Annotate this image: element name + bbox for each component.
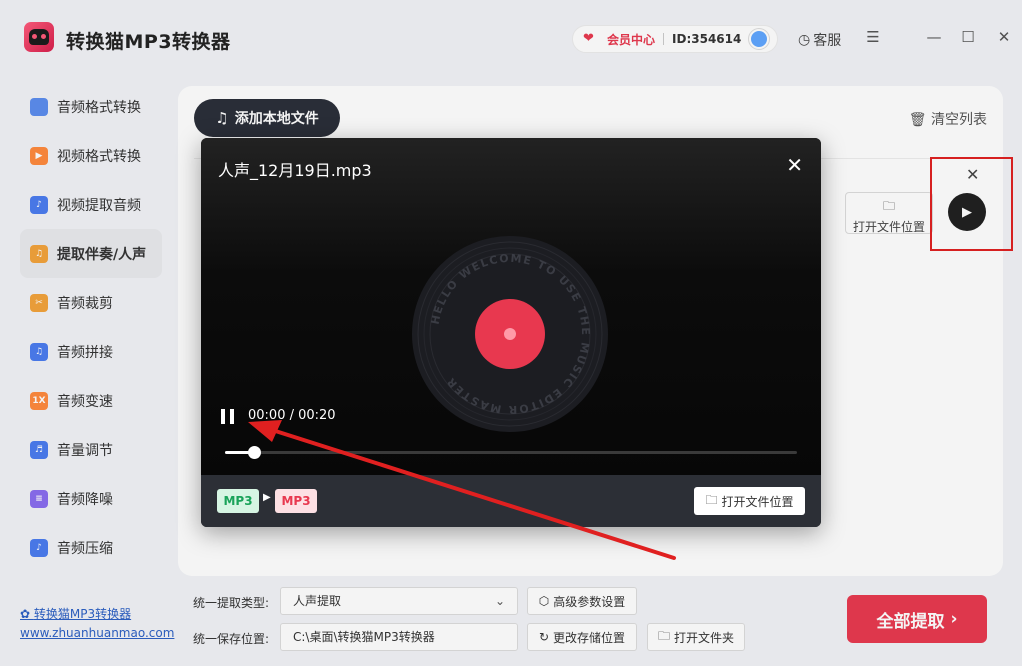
close-window-icon[interactable]: ✕ xyxy=(994,28,1014,46)
row-open-location-button[interactable]: 🗀 打开文件位置 xyxy=(845,192,933,234)
sidebar-item-label: 提取伴奏/人声 xyxy=(57,246,147,263)
progress-slider[interactable] xyxy=(225,446,797,459)
speed-icon: 1X xyxy=(30,391,48,410)
add-local-file-button[interactable]: ♫ 添加本地文件 xyxy=(194,99,340,137)
footer-url-link[interactable]: www.zhuanhuanmao.com xyxy=(20,626,174,640)
vocal-extract-icon: ♫ xyxy=(30,244,48,263)
sidebar-item-label: 音频格式转换 xyxy=(57,99,141,116)
sidebar-item-video-format[interactable]: ▶ 视频格式转换 xyxy=(20,131,162,180)
sidebar-item-video-extract[interactable]: ♪ 视频提取音频 xyxy=(20,180,162,229)
sidebar-item-denoise[interactable]: ≡ 音频降噪 xyxy=(20,474,162,523)
close-icon[interactable]: ✕ xyxy=(786,153,803,177)
sidebar-item-volume[interactable]: ♬ 音量调节 xyxy=(20,425,162,474)
sidebar-item-label: 音量调节 xyxy=(57,442,113,459)
audio-cut-icon: ✂ xyxy=(30,293,48,312)
change-location-button[interactable]: ↻ 更改存储位置 xyxy=(527,623,637,651)
player-area: 人声_12月19日.mp3 ✕ HELLO WELCOME TO USE THE… xyxy=(201,138,821,475)
sidebar-item-label: 音频拼接 xyxy=(57,344,113,361)
player-footer: MP3 ▶ MP3 🗀 打开文件位置 xyxy=(201,475,821,527)
playback-time: 00:00 / 00:20 xyxy=(248,408,336,423)
sidebar-item-vocal-extract[interactable]: ♫ 提取伴奏/人声 xyxy=(20,229,162,278)
trash-icon: 🗑 xyxy=(908,112,927,128)
annotation-highlight-box xyxy=(930,157,1013,251)
vinyl-record-icon: HELLO WELCOME TO USE THE MUSIC EDITOR MA… xyxy=(412,236,608,432)
member-center-button[interactable]: ❤ 会员中心 ID:354614 xyxy=(572,25,778,53)
headset-icon: ◷ xyxy=(798,32,811,48)
menu-icon[interactable]: ☰ xyxy=(863,28,883,46)
sidebar-item-label: 视频提取音频 xyxy=(57,197,141,214)
clear-list-button[interactable]: 🗑 清空列表 xyxy=(909,109,987,129)
customer-service-button[interactable]: ◷ 客服 xyxy=(798,30,841,50)
audio-format-icon xyxy=(30,97,48,116)
footer-app-link[interactable]: ✿ 转换猫MP3转换器 xyxy=(20,605,131,622)
pause-button[interactable] xyxy=(221,409,235,424)
sidebar: 音频格式转换 ▶ 视频格式转换 ♪ 视频提取音频 ♫ 提取伴奏/人声 ✂ 音频裁… xyxy=(20,82,162,572)
sidebar-item-label: 音频降噪 xyxy=(57,491,113,508)
audio-player-modal: 人声_12月19日.mp3 ✕ HELLO WELCOME TO USE THE… xyxy=(201,138,821,527)
video-format-icon: ▶ xyxy=(30,146,48,165)
vip-diamond-icon: ❤ xyxy=(583,31,594,46)
chevron-down-icon: ⌄ xyxy=(494,594,505,608)
input-format-badge: MP3 xyxy=(217,489,259,513)
compress-icon: ♪ xyxy=(30,538,48,557)
open-file-location-button[interactable]: 🗀 打开文件位置 xyxy=(694,487,805,515)
sidebar-item-speed[interactable]: 1X 音频变速 xyxy=(20,376,162,425)
folder-icon: 🗀 xyxy=(882,199,895,213)
app-title: 转换猫MP3转换器 xyxy=(66,31,231,53)
divider xyxy=(663,33,665,45)
video-extract-icon: ♪ xyxy=(30,195,48,214)
folder-icon: 🗀 xyxy=(657,628,670,643)
advanced-settings-button[interactable]: ⬡ 高级参数设置 xyxy=(527,587,637,615)
folder-icon: 🗀 xyxy=(705,492,718,507)
extract-type-label: 统一提取类型: xyxy=(193,596,270,610)
sidebar-item-audio-cut[interactable]: ✂ 音频裁剪 xyxy=(20,278,162,327)
settings-hex-icon: ⬡ xyxy=(538,594,550,608)
sidebar-item-audio-join[interactable]: ♫ 音频拼接 xyxy=(20,327,162,376)
music-add-icon: ♫ xyxy=(215,109,229,127)
progress-handle[interactable] xyxy=(247,446,261,459)
audio-join-icon: ♫ xyxy=(30,342,48,361)
service-label: 客服 xyxy=(813,33,842,49)
denoise-icon: ≡ xyxy=(30,489,48,508)
extract-all-button[interactable]: 全部提取 › xyxy=(847,595,987,643)
extract-type-select[interactable]: 人声提取 ⌄ xyxy=(280,587,518,615)
arrow-right-icon: ▶ xyxy=(263,492,271,503)
sidebar-item-audio-format[interactable]: 音频格式转换 xyxy=(20,82,162,131)
sidebar-item-label: 音频裁剪 xyxy=(57,295,113,312)
sidebar-item-label: 音频压缩 xyxy=(57,540,113,557)
maximize-icon[interactable]: ☐ xyxy=(958,28,978,46)
save-location-label: 统一保存位置: xyxy=(193,632,270,646)
save-location-input[interactable]: C:\桌面\转换猫MP3转换器 xyxy=(280,623,518,651)
sidebar-item-label: 视频格式转换 xyxy=(57,148,141,165)
refresh-icon: ↻ xyxy=(538,630,550,644)
open-folder-button[interactable]: 🗀 打开文件夹 xyxy=(647,623,745,651)
volume-icon: ♬ xyxy=(30,440,48,459)
chevron-right-icon: › xyxy=(950,609,958,629)
user-id: ID:354614 xyxy=(672,32,742,46)
output-format-badge: MP3 xyxy=(275,489,317,513)
title-bar: 转换猫MP3转换器 ❤ 会员中心 ID:354614 ◷ 客服 ☰ — ☐ ✕ xyxy=(0,0,1022,78)
avatar[interactable] xyxy=(749,29,770,49)
member-center-label: 会员中心 xyxy=(607,32,656,47)
minimize-icon[interactable]: — xyxy=(924,28,944,46)
sidebar-item-compress[interactable]: ♪ 音频压缩 xyxy=(20,523,162,572)
sidebar-item-label: 音频变速 xyxy=(57,393,113,410)
app-logo-icon xyxy=(24,22,54,52)
player-file-name: 人声_12月19日.mp3 xyxy=(218,161,372,180)
